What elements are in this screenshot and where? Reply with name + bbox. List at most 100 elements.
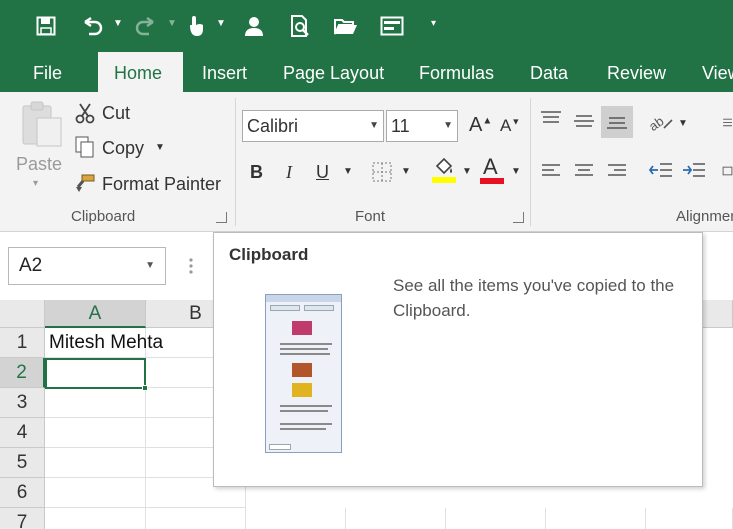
orientation-icon[interactable]: ab [647,110,675,132]
align-right-icon[interactable] [604,160,630,182]
shrink-font-glyph: A [500,116,512,135]
copy-dropdown-icon[interactable]: ▼ [155,142,165,153]
touch-mode-icon[interactable] [184,12,208,40]
borders-dropdown-icon[interactable]: ▼ [401,166,411,177]
tab-review[interactable]: Review [591,52,682,92]
row-header-7[interactable]: 7 [0,508,45,529]
tab-file[interactable]: File [17,52,78,92]
tab-view[interactable]: View [686,52,733,92]
merge-center-icon[interactable] [722,158,733,184]
user-icon[interactable] [241,12,267,40]
tab-insert[interactable]: Insert [186,52,263,92]
tab-data[interactable]: Data [514,52,584,92]
bottom-align-icon[interactable] [601,106,633,138]
form-icon[interactable] [379,12,405,40]
preview-text-line [280,428,326,430]
format-painter-icon [74,172,96,194]
font-size-value: 11 [391,116,410,136]
paste-icon[interactable] [18,100,64,148]
cell-f7[interactable] [546,508,646,529]
save-icon[interactable] [34,12,58,40]
cell-a1[interactable]: Mitesh Mehta [45,328,163,358]
cell-a6[interactable] [45,478,146,508]
cell-b7[interactable] [146,508,246,529]
paste-dropdown-icon[interactable]: ▾ [33,178,38,189]
preview-text-line [280,343,332,345]
underline-button[interactable]: U [316,162,329,183]
middle-align-icon[interactable] [571,110,597,132]
paste-button[interactable]: Paste [16,154,62,175]
clipboard-group-label: Clipboard [71,208,136,225]
increase-indent-icon[interactable] [680,160,708,182]
font-size-dropdown-icon[interactable]: ▼ [443,111,453,141]
font-color-dropdown-icon[interactable]: ▼ [511,166,521,177]
preview-text-line [280,353,330,355]
undo-icon[interactable] [80,12,104,40]
quick-access-toolbar: ▼ ▼ ▼ ▾ [0,0,733,52]
preview-text-line [280,348,328,350]
copy-button[interactable]: Copy [102,138,144,159]
clipboard-dialog-launcher-icon[interactable] [216,212,227,223]
font-name-value: Calibri [247,116,299,136]
align-left-icon[interactable] [538,160,564,182]
cell-g7[interactable] [646,508,733,529]
tab-home[interactable]: Home [98,52,183,92]
cut-button[interactable]: Cut [102,103,130,124]
cell-a5[interactable] [45,448,146,478]
cell-a7[interactable] [45,508,146,529]
redo-dropdown-icon[interactable]: ▼ [167,18,177,29]
select-all-corner[interactable] [0,300,45,328]
format-painter-button[interactable]: Format Painter [102,174,221,195]
name-box-value: A2 [19,255,43,276]
align-center-icon[interactable] [571,160,597,182]
tab-page-layout[interactable]: Page Layout [267,52,400,92]
row-header-2[interactable]: 2 [0,358,45,388]
name-box[interactable]: A2 ▼ [8,247,166,285]
column-header-a[interactable]: A [45,300,146,328]
cell-a3[interactable] [45,388,146,418]
shrink-font-button[interactable]: A▼ [500,116,520,136]
font-dialog-launcher-icon[interactable] [513,212,524,223]
grow-font-button[interactable]: A▲ [469,114,492,137]
row-header-3[interactable]: 3 [0,388,45,418]
row-header-1[interactable]: 1 [0,328,45,358]
tab-formulas[interactable]: Formulas [403,52,510,92]
print-preview-icon[interactable] [287,12,313,40]
borders-icon[interactable] [369,160,395,184]
tooltip-description: See all the items you've copied to the C… [393,276,675,320]
top-align-icon[interactable] [538,108,564,130]
cell-a4[interactable] [45,418,146,448]
formula-bar-grip-icon[interactable] [189,256,193,276]
font-name-combo[interactable]: Calibri ▼ [242,110,384,142]
fill-color-icon[interactable] [430,156,458,184]
cell-c7[interactable] [246,508,346,529]
decrease-indent-icon[interactable] [647,160,675,182]
alignment-group-label: Alignment [676,208,733,225]
font-color-button[interactable]: A [478,154,506,184]
fill-color-dropdown-icon[interactable]: ▼ [462,166,472,177]
row-header-5[interactable]: 5 [0,448,45,478]
preview-header-bar [266,295,341,302]
fill-handle[interactable] [142,385,148,391]
row-header-6[interactable]: 6 [0,478,45,508]
wrap-text-icon[interactable] [722,110,733,136]
italic-button[interactable]: I [286,162,292,183]
bold-button[interactable]: B [250,162,263,183]
font-name-dropdown-icon[interactable]: ▼ [369,111,379,141]
touch-mode-dropdown-icon[interactable]: ▼ [216,18,226,29]
redo-icon[interactable] [134,12,158,40]
preview-thumbnail [292,321,312,335]
row-header-4[interactable]: 4 [0,418,45,448]
cell-d7[interactable] [346,508,446,529]
group-separator [530,98,531,226]
ribbon: Paste ▾ Cut Copy ▼ Format Painter Clipbo… [0,92,733,232]
name-box-dropdown-icon[interactable]: ▼ [145,248,155,284]
undo-dropdown-icon[interactable]: ▼ [113,18,123,29]
customize-toolbar-icon[interactable]: ▾ [431,18,436,29]
preview-text-line [280,423,332,425]
font-size-combo[interactable]: 11 ▼ [386,110,458,142]
underline-dropdown-icon[interactable]: ▼ [343,166,353,177]
open-folder-icon[interactable] [332,12,360,40]
orientation-dropdown-icon[interactable]: ▼ [678,118,688,129]
cell-e7[interactable] [446,508,546,529]
